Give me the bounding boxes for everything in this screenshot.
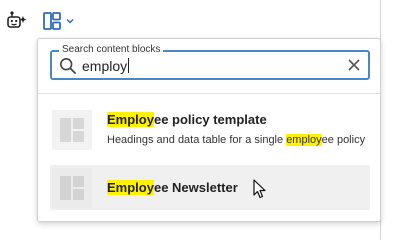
chevron-down-icon: [66, 18, 74, 24]
result-item-employee-newsletter[interactable]: Employee Newsletter: [50, 165, 370, 210]
result-title: Employee Newsletter: [107, 180, 238, 195]
search-input[interactable]: employ: [82, 57, 130, 75]
insert-block-button[interactable]: [36, 8, 80, 34]
close-icon[interactable]: [347, 58, 361, 72]
divider: [38, 93, 380, 94]
insert-block-icon: [43, 12, 61, 30]
ai-assistant-icon: [7, 11, 27, 28]
search-field[interactable]: Search content blocks employ: [50, 43, 370, 80]
block-thumbnail-icon: [52, 167, 92, 208]
content-blocks-dropdown: Search content blocks employ Employee po…: [37, 38, 381, 222]
search-icon: [59, 57, 76, 74]
result-title: Employee policy template: [107, 112, 267, 127]
mouse-pointer-icon: [253, 179, 266, 199]
result-item-employee-policy-template[interactable]: Employee policy template Headings and da…: [50, 107, 370, 152]
search-label: Search content blocks: [59, 43, 164, 57]
ai-assistant-button[interactable]: [4, 8, 30, 34]
block-thumbnail-icon: [52, 109, 92, 150]
text-caret: [128, 58, 130, 73]
result-description: Headings and data table for a single emp…: [107, 134, 366, 146]
